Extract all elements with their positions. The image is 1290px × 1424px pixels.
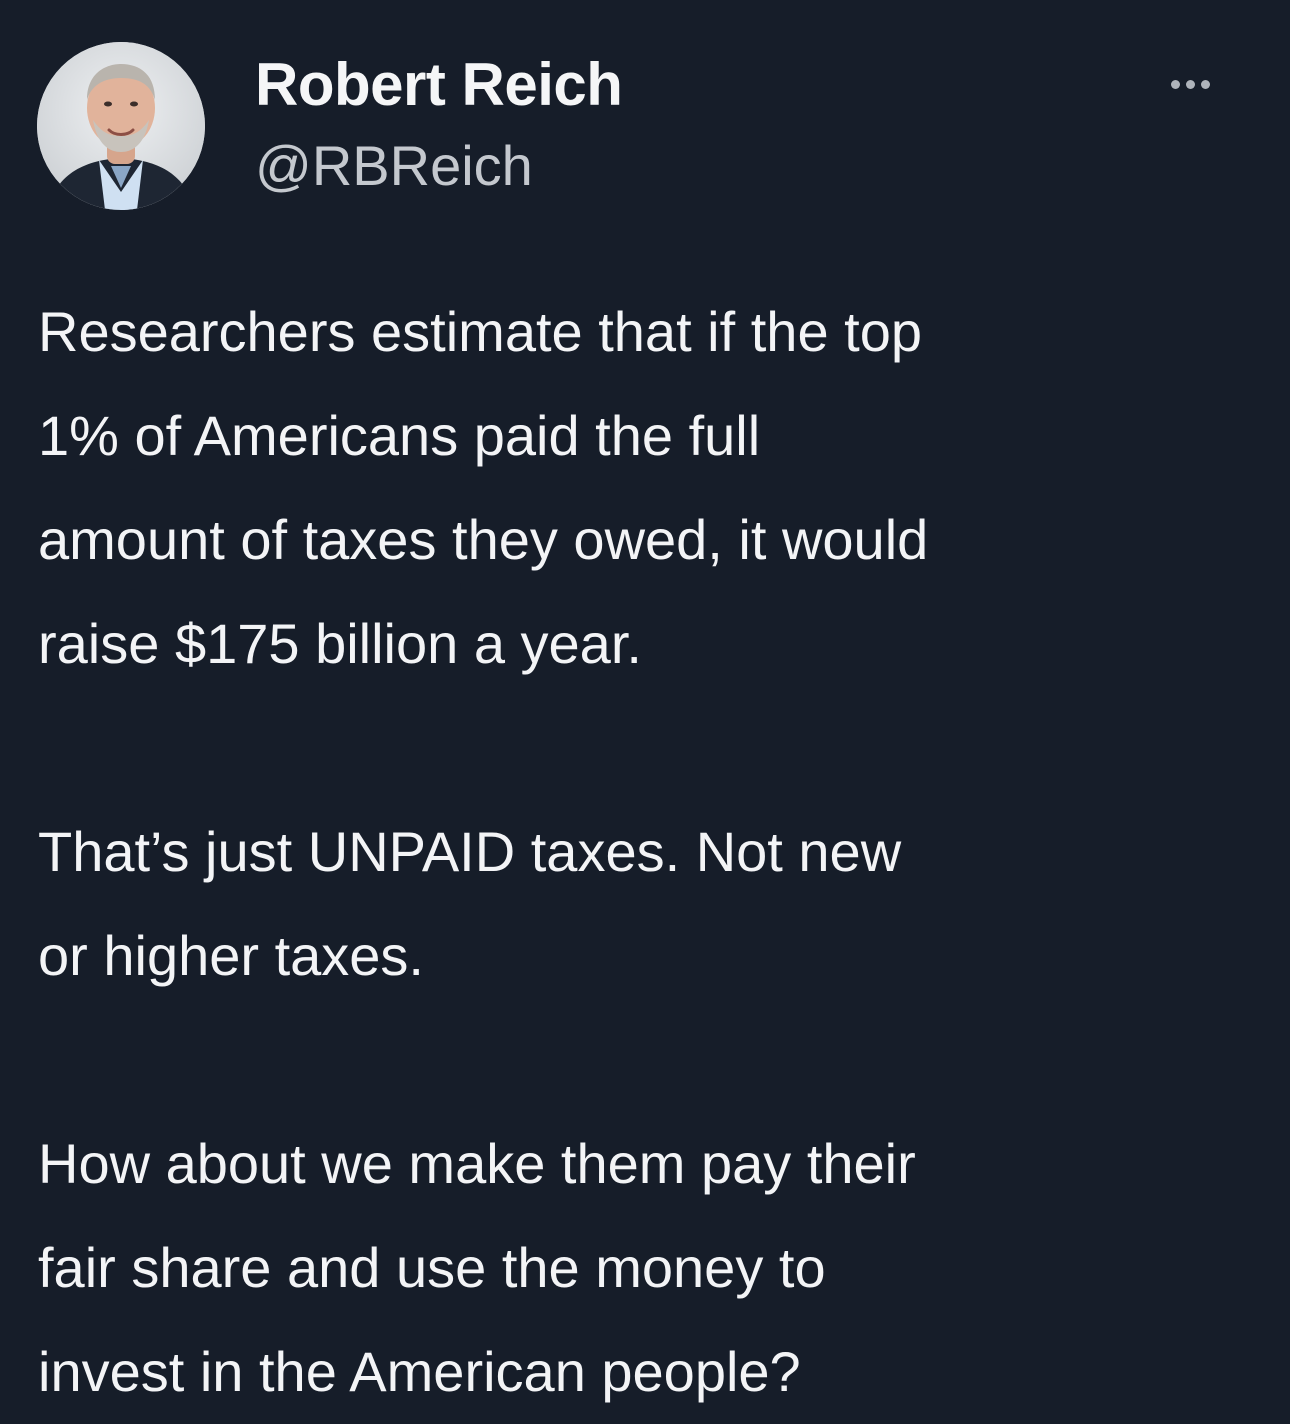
tweet-paragraph: How about we make them pay their fair sh… bbox=[38, 1112, 1238, 1424]
tweet-line: raise $175 billion a year. bbox=[38, 612, 642, 675]
more-horizontal-icon bbox=[1200, 79, 1210, 89]
more-horizontal-icon bbox=[1170, 79, 1180, 89]
tweet-card: Robert Reich @RBReich Researchers estima… bbox=[0, 0, 1290, 1403]
avatar[interactable] bbox=[37, 42, 205, 210]
tweet-line: or higher taxes. bbox=[38, 924, 424, 987]
tweet-text: Researchers estimate that if the top 1% … bbox=[38, 280, 1238, 1424]
tweet-line: amount of taxes they owed, it would bbox=[38, 508, 929, 571]
author-handle[interactable]: @RBReich bbox=[255, 133, 533, 199]
more-options-button[interactable] bbox=[1150, 64, 1230, 104]
tweet-line: invest in the American people? bbox=[38, 1340, 801, 1403]
tweet-line: Researchers estimate that if the top bbox=[38, 300, 922, 363]
tweet-line: fair share and use the money to bbox=[38, 1236, 826, 1299]
tweet-line: That’s just UNPAID taxes. Not new bbox=[38, 820, 902, 883]
avatar-image bbox=[37, 42, 205, 210]
tweet-paragraph: Researchers estimate that if the top 1% … bbox=[38, 280, 1238, 696]
author-name[interactable]: Robert Reich bbox=[255, 50, 623, 120]
tweet-line: How about we make them pay their bbox=[38, 1132, 916, 1195]
tweet-line: 1% of Americans paid the full bbox=[38, 404, 761, 467]
more-horizontal-icon bbox=[1185, 79, 1195, 89]
tweet-paragraph: That’s just UNPAID taxes. Not new or hig… bbox=[38, 800, 1238, 1008]
